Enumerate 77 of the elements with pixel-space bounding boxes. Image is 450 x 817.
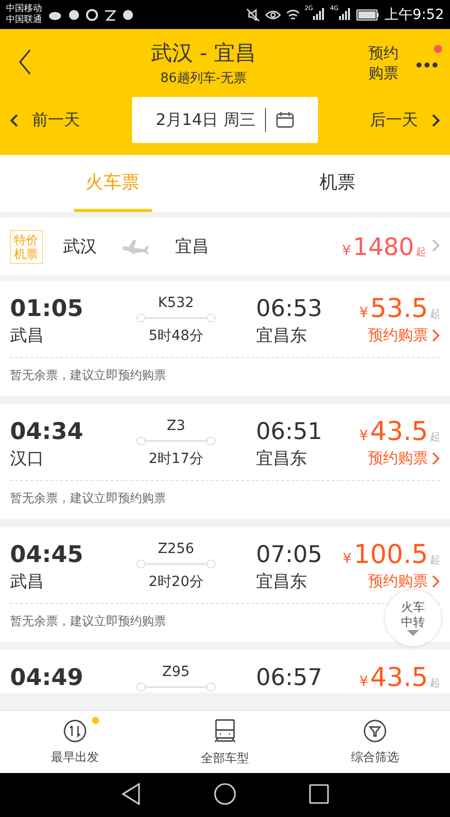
next-day-link[interactable]: 后一天 (370, 97, 440, 143)
departure-time: 04:45 (10, 542, 84, 568)
travel-duration: 2时17分 (148, 450, 204, 468)
destination-city: 宜昌 (175, 236, 210, 258)
chevron-left-icon (10, 114, 18, 126)
arrival-station: 宜昌东 (255, 571, 308, 593)
train-number: Z256 (158, 541, 194, 557)
date-picker[interactable]: 2月14日 周三 (132, 97, 318, 143)
tab[interactable]: 机票 (308, 155, 368, 212)
filter-icon (363, 718, 387, 742)
arrival-time: 07:05 (255, 542, 324, 568)
previous-day-link[interactable]: 前一天 (10, 97, 80, 143)
caret-down-icon (407, 630, 419, 636)
flight-price: ¥1480 起 (342, 232, 426, 260)
nav-item[interactable]: 最早出发 (0, 711, 150, 773)
train-card[interactable]: 04:34 Z3 06:51 ¥43.5 起 汉口 2时17分 宜昌东 预约购票 暂无余票，建议立即预约购票 (0, 404, 450, 519)
home-nav-button[interactable] (213, 783, 237, 807)
chevron-right-icon (432, 239, 440, 252)
availability-note: 暂无余票，建议立即预约购票 (10, 357, 440, 396)
departure-station: 武昌 (10, 325, 45, 347)
train-number: K532 (158, 295, 194, 311)
ticket-price: ¥53.5 起 (359, 294, 440, 324)
departure-time: 04:34 (10, 419, 84, 445)
nav-item[interactable]: 综合筛选 (300, 711, 450, 773)
arrival-time: 06:53 (255, 296, 324, 322)
reserve-button[interactable]: 预约购票 (367, 43, 400, 83)
route-line-icon (136, 436, 216, 446)
eye-icon (264, 8, 281, 20)
app-icon (68, 8, 80, 20)
calendar-icon (276, 112, 294, 128)
back-nav-button[interactable] (119, 783, 143, 807)
sort-icon (63, 718, 87, 742)
train-card[interactable]: 04:49 Z95 06:57 ¥43.5 起 (0, 650, 450, 693)
route-line-icon (136, 682, 216, 692)
cloud-icon (48, 10, 62, 20)
chevron-right-icon (432, 329, 440, 342)
chevron-right-icon (432, 114, 440, 126)
train-number: Z95 (162, 664, 190, 680)
origin-city: 武汉 (63, 236, 98, 258)
departure-time: 04:49 (10, 665, 84, 691)
signal-icon (313, 8, 326, 20)
departure-station: 武昌 (10, 571, 45, 593)
carrier-name: 中国移动 (6, 4, 42, 14)
arrival-station: 宜昌东 (255, 325, 308, 347)
train-count-subtitle: 86趟列车-无票 (160, 70, 247, 87)
ticket-price: ¥43.5 起 (359, 663, 440, 693)
ticket-price: ¥43.5 起 (359, 417, 440, 447)
carrier-name: 中国联通 (6, 14, 42, 26)
train-number: Z3 (166, 418, 186, 434)
wifi-icon (286, 8, 300, 20)
route-line-icon (136, 313, 216, 323)
special-fare-badge: 特价机票 (10, 230, 44, 264)
departure-time: 01:05 (10, 296, 84, 322)
chevron-right-icon (432, 452, 440, 465)
departure-station: 汉口 (10, 448, 45, 470)
battery-icon (356, 8, 380, 20)
travel-duration: 2时20分 (148, 572, 204, 590)
train-card[interactable]: 01:05 K532 06:53 ¥53.5 起 武昌 5时48分 宜昌东 预约购票 暂无余票，建议立即预约购票 (0, 281, 450, 396)
airplane-icon (123, 240, 150, 254)
train-icon (213, 718, 237, 744)
back-icon (18, 48, 32, 74)
app-icon (122, 8, 134, 20)
arrival-time: 06:51 (255, 419, 324, 445)
ticket-price: ¥100.5 起 (342, 540, 440, 570)
route-line-icon (136, 559, 216, 569)
chevron-right-icon (432, 575, 440, 588)
more-icon (416, 62, 438, 68)
route-title: 武汉 - 宜昌 (151, 40, 256, 67)
clock-time: 上午9:52 (384, 6, 444, 24)
arrival-station: 宜昌东 (255, 448, 308, 470)
arrival-time: 06:57 (255, 665, 324, 691)
mute-icon (246, 8, 260, 22)
nav-item[interactable]: 全部车型 (150, 711, 300, 773)
travel-duration: 5时48分 (148, 326, 204, 344)
flight-offer-row[interactable]: 特价机票 武汉 宜昌 ¥1480 起 (0, 218, 450, 275)
signal-icon (338, 8, 351, 20)
availability-note: 暂无余票，建议立即预约购票 (10, 480, 440, 519)
